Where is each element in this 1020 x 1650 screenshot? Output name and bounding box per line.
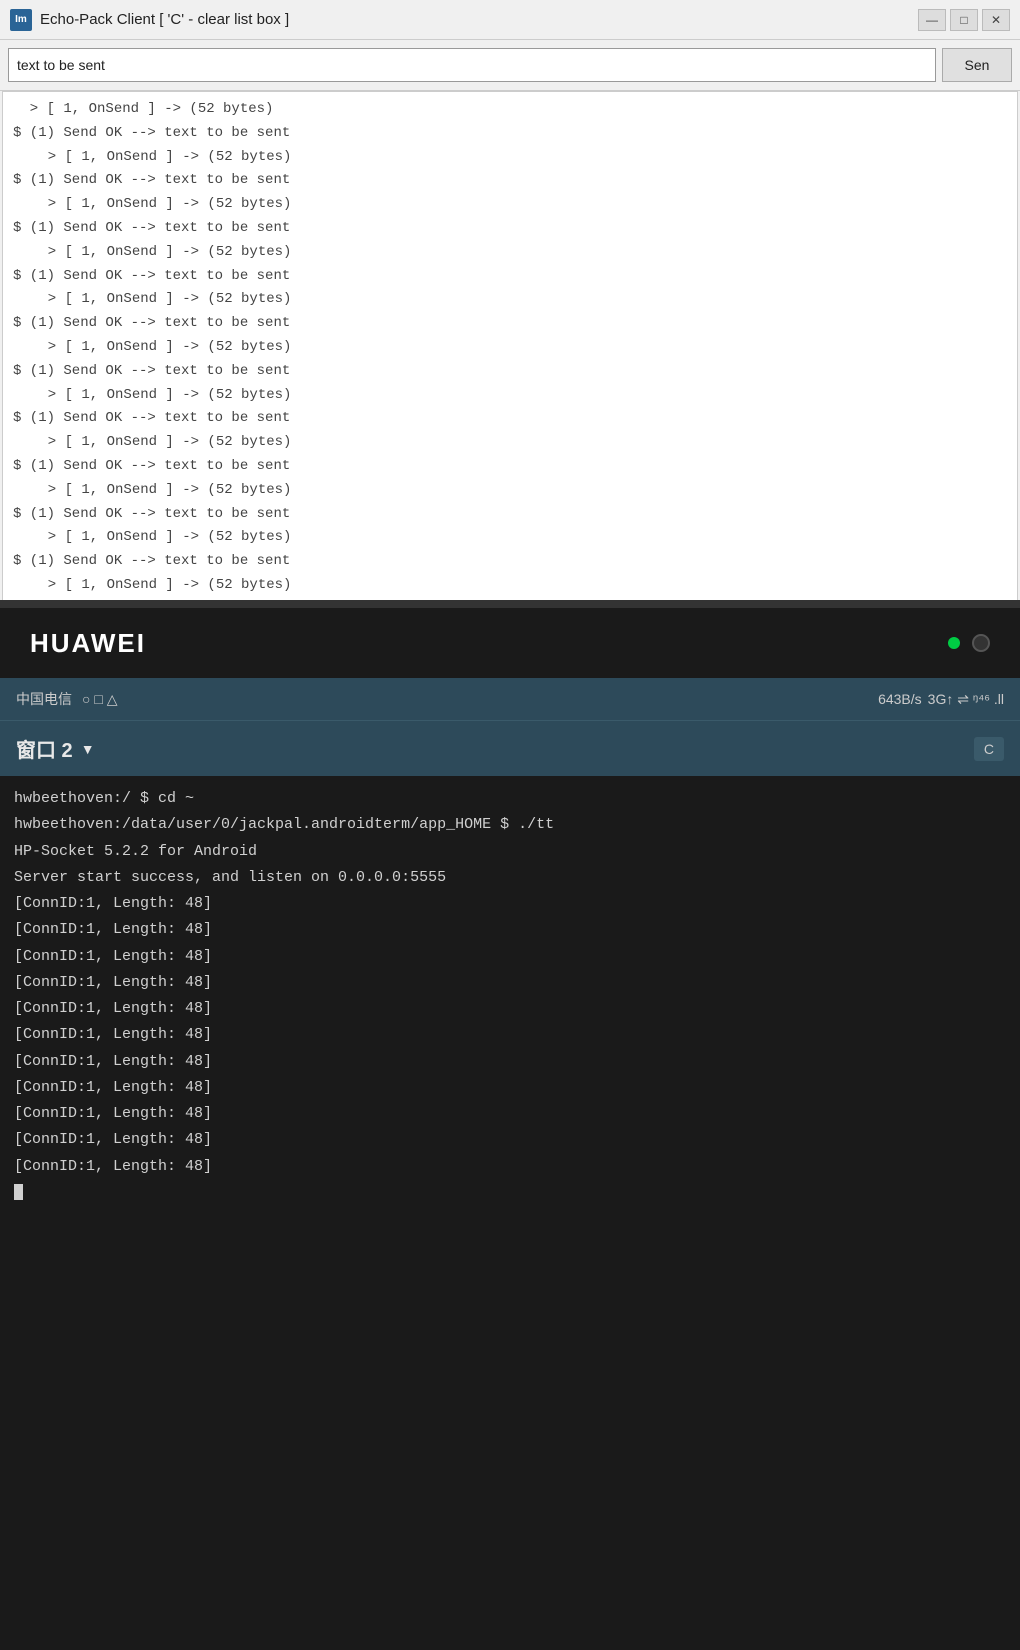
- terminal-line: [ConnID:1, Length: 48]: [14, 1075, 1006, 1101]
- terminal-line: [ConnID:1, Length: 48]: [14, 1127, 1006, 1153]
- log-line: > [ 1, OnSend ] -> (52 bytes): [13, 98, 1007, 122]
- log-line: > [ 1, OnSend ] -> (52 bytes): [13, 526, 1007, 550]
- log-line: $ (1) Send OK --> text to be sent: [13, 265, 1007, 289]
- terminal-content: hwbeethoven:/ $ cd ~hwbeethoven:/data/us…: [0, 776, 1020, 1626]
- log-line: $ (1) Send OK --> text to be sent: [13, 169, 1007, 193]
- network-speed: 643B/s: [878, 691, 922, 707]
- window-selector[interactable]: 窗口 2 ▼: [16, 734, 95, 763]
- huawei-logo: HUAWEI: [30, 628, 146, 659]
- tablet-device: HUAWEI 中国电信 ○ □ △ 643B/s 3G↑ ⇌ ᵑ⁴⁶ .ll 窗…: [0, 600, 1020, 1650]
- log-line: $ (1) Send OK --> text to be sent: [13, 455, 1007, 479]
- minimize-button[interactable]: —: [918, 9, 946, 31]
- close-button[interactable]: ✕: [982, 9, 1010, 31]
- log-line: > [ 1, OnSend ] -> (52 bytes): [13, 479, 1007, 503]
- app-icon: Im: [10, 9, 32, 31]
- title-bar-left: Im Echo-Pack Client [ 'C' - clear list b…: [10, 9, 289, 31]
- log-line: > [ 1, OnSend ] -> (52 bytes): [13, 431, 1007, 455]
- status-right: 643B/s 3G↑ ⇌ ᵑ⁴⁶ .ll: [878, 691, 1004, 708]
- terminal-line: [ConnID:1, Length: 48]: [14, 970, 1006, 996]
- terminal-line: [ConnID:1, Length: 48]: [14, 1022, 1006, 1048]
- log-line: $ (1) Send OK --> text to be sent: [13, 407, 1007, 431]
- input-row: Sen: [0, 40, 1020, 91]
- title-bar: Im Echo-Pack Client [ 'C' - clear list b…: [0, 0, 1020, 40]
- terminal-line: [ConnID:1, Length: 48]: [14, 1154, 1006, 1180]
- log-line: > [ 1, OnSend ] -> (52 bytes): [13, 241, 1007, 265]
- terminal-line: HP-Socket 5.2.2 for Android: [14, 839, 1006, 865]
- log-area[interactable]: > [ 1, OnSend ] -> (52 bytes)$ (1) Send …: [2, 91, 1018, 621]
- send-button[interactable]: Sen: [942, 48, 1012, 82]
- log-line: $ (1) Send OK --> text to be sent: [13, 360, 1007, 384]
- status-left: 中国电信 ○ □ △: [16, 689, 117, 709]
- window-label: 窗口 2: [16, 734, 73, 763]
- tablet-top-bar: HUAWEI: [0, 608, 1020, 678]
- terminal-tab-c[interactable]: C: [974, 737, 1004, 761]
- camera-area: [948, 634, 990, 652]
- signal-icons: 3G↑ ⇌ ᵑ⁴⁶ .ll: [928, 691, 1004, 708]
- log-line: > [ 1, OnSend ] -> (52 bytes): [13, 288, 1007, 312]
- terminal-cursor-line: [14, 1180, 1006, 1206]
- terminal-line: [ConnID:1, Length: 48]: [14, 1049, 1006, 1075]
- terminal-line: [ConnID:1, Length: 48]: [14, 891, 1006, 917]
- log-line: > [ 1, OnSend ] -> (52 bytes): [13, 146, 1007, 170]
- status-icons: ○ □ △: [82, 691, 117, 708]
- log-line: > [ 1, OnSend ] -> (52 bytes): [13, 336, 1007, 360]
- app-title: Echo-Pack Client [ 'C' - clear list box …: [40, 11, 289, 28]
- android-status-bar: 中国电信 ○ □ △ 643B/s 3G↑ ⇌ ᵑ⁴⁶ .ll: [0, 678, 1020, 720]
- terminal-line: [ConnID:1, Length: 48]: [14, 996, 1006, 1022]
- log-line: > [ 1, OnSend ] -> (52 bytes): [13, 384, 1007, 408]
- dropdown-arrow-icon: ▼: [81, 741, 95, 757]
- terminal-header: 窗口 2 ▼ C: [0, 720, 1020, 776]
- laptop-app-window: Im Echo-Pack Client [ 'C' - clear list b…: [0, 0, 1020, 620]
- terminal-line: [ConnID:1, Length: 48]: [14, 944, 1006, 970]
- terminal-line: Server start success, and listen on 0.0.…: [14, 865, 1006, 891]
- terminal-line: hwbeethoven:/data/user/0/jackpal.android…: [14, 812, 1006, 838]
- log-line: $ (1) Send OK --> text to be sent: [13, 550, 1007, 574]
- terminal-line: hwbeethoven:/ $ cd ~: [14, 786, 1006, 812]
- terminal-line: [ConnID:1, Length: 48]: [14, 917, 1006, 943]
- carrier-label: 中国电信: [16, 689, 72, 709]
- terminal-line: [ConnID:1, Length: 48]: [14, 1101, 1006, 1127]
- log-line: $ (1) Send OK --> text to be sent: [13, 312, 1007, 336]
- log-line: $ (1) Send OK --> text to be sent: [13, 503, 1007, 527]
- window-controls: — □ ✕: [918, 9, 1010, 31]
- log-line: > [ 1, OnSend ] -> (52 bytes): [13, 193, 1007, 217]
- camera-led-green: [948, 637, 960, 649]
- terminal-cursor: [14, 1184, 23, 1200]
- camera-lens: [972, 634, 990, 652]
- send-input[interactable]: [8, 48, 936, 82]
- maximize-button[interactable]: □: [950, 9, 978, 31]
- log-line: $ (1) Send OK --> text to be sent: [13, 122, 1007, 146]
- log-line: > [ 1, OnSend ] -> (52 bytes): [13, 574, 1007, 598]
- log-line: $ (1) Send OK --> text to be sent: [13, 217, 1007, 241]
